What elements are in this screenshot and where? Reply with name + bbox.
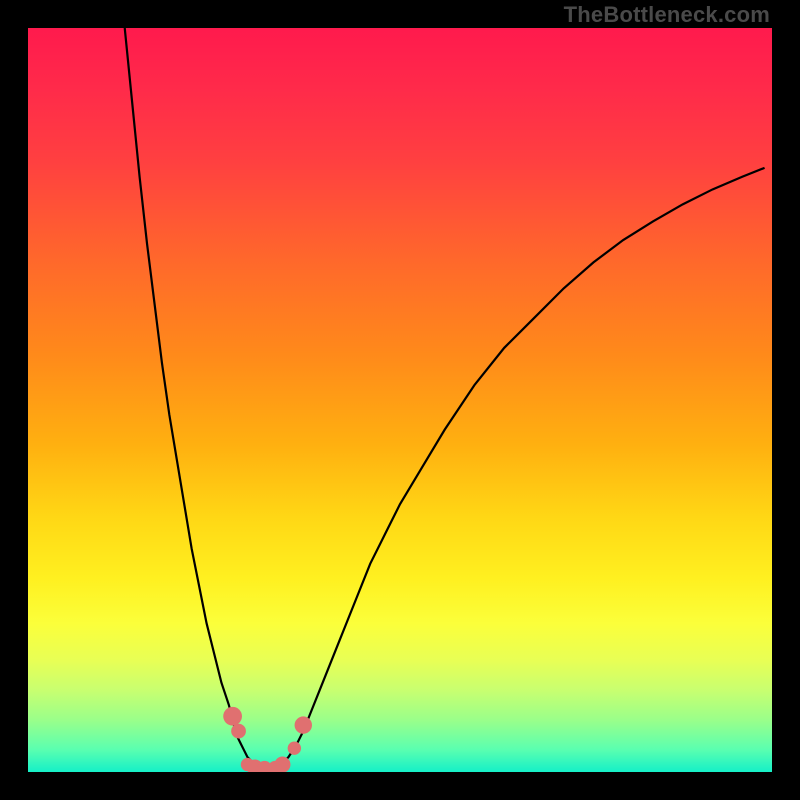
watermark-text: TheBottleneck.com — [564, 2, 770, 28]
curve-left-branch — [125, 28, 266, 768]
data-marker — [295, 716, 312, 733]
curve-right-branch — [274, 168, 765, 768]
data-marker — [223, 707, 242, 726]
data-marker — [288, 741, 301, 754]
chart-frame: TheBottleneck.com — [0, 0, 800, 800]
data-marker — [231, 724, 246, 739]
curve-layer — [28, 28, 772, 772]
data-marker — [274, 757, 290, 772]
plot-area — [28, 28, 772, 772]
